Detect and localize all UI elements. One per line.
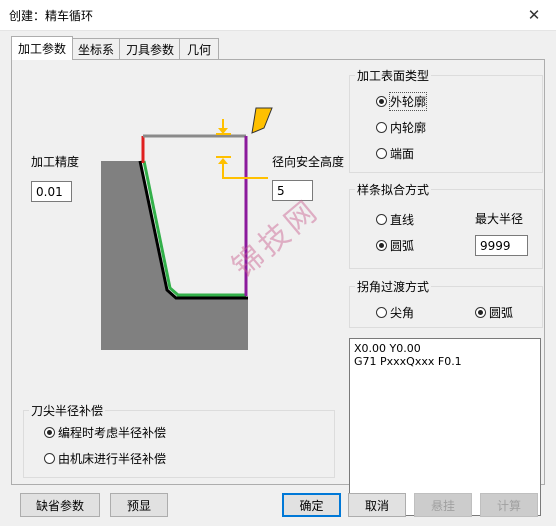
spline-fit-group (349, 189, 543, 269)
radio-dot-selected-icon (44, 427, 55, 438)
radio-inner-contour[interactable]: 内轮廓 (376, 119, 426, 136)
nose-comp-label: 刀尖半径补偿 (29, 402, 106, 419)
radio-machine-comp[interactable]: 由机床进行半径补偿 (44, 450, 166, 467)
safe-height-label: 径向安全高度 (272, 155, 345, 169)
suspend-button[interactable]: 悬挂 (414, 493, 472, 517)
precision-input[interactable]: 0.01 (31, 181, 72, 202)
radio-dot-selected-icon (376, 240, 387, 251)
compute-button[interactable]: 计算 (480, 493, 538, 517)
gcode-output[interactable]: X0.00 Y0.00 G71 PxxxQxxx F0.1 (349, 338, 541, 516)
defaults-button[interactable]: 缺省参数 (20, 493, 100, 517)
precision-label: 加工精度 (31, 155, 80, 169)
cancel-button[interactable]: 取消 (348, 493, 406, 517)
radio-arc[interactable]: 圆弧 (376, 237, 414, 254)
radio-dot-icon (376, 214, 387, 225)
preview-button[interactable]: 预显 (110, 493, 168, 517)
surface-type-label: 加工表面类型 (355, 67, 432, 84)
radio-program-comp[interactable]: 编程时考虑半径补偿 (44, 424, 166, 441)
ok-button[interactable]: 确定 (282, 493, 341, 517)
radio-sharp-corner[interactable]: 尖角 (376, 304, 414, 321)
nose-comp-group (23, 410, 335, 478)
radio-dot-selected-icon (475, 307, 486, 318)
spline-fit-label: 样条拟合方式 (355, 181, 432, 198)
radio-dot-selected-icon (376, 96, 387, 107)
tool-insert-icon (251, 107, 273, 134)
radio-end-face[interactable]: 端面 (376, 145, 414, 162)
radio-dot-icon (376, 148, 387, 159)
radio-round-corner[interactable]: 圆弧 (475, 304, 513, 321)
max-radius-label: 最大半径 (475, 212, 524, 226)
radio-dot-icon (44, 453, 55, 464)
gcode-line: X0.00 Y0.00 (354, 342, 421, 355)
tab-machining-params[interactable]: 加工参数 (11, 36, 73, 60)
radio-dot-icon (376, 307, 387, 318)
radio-line[interactable]: 直线 (376, 211, 414, 228)
corner-transition-label: 拐角过渡方式 (355, 278, 432, 295)
max-radius-input[interactable]: 9999 (475, 235, 528, 256)
radio-dot-icon (376, 122, 387, 133)
radio-outer-contour[interactable]: 外轮廓 (376, 92, 428, 111)
gcode-line: G71 PxxxQxxx F0.1 (354, 355, 462, 368)
